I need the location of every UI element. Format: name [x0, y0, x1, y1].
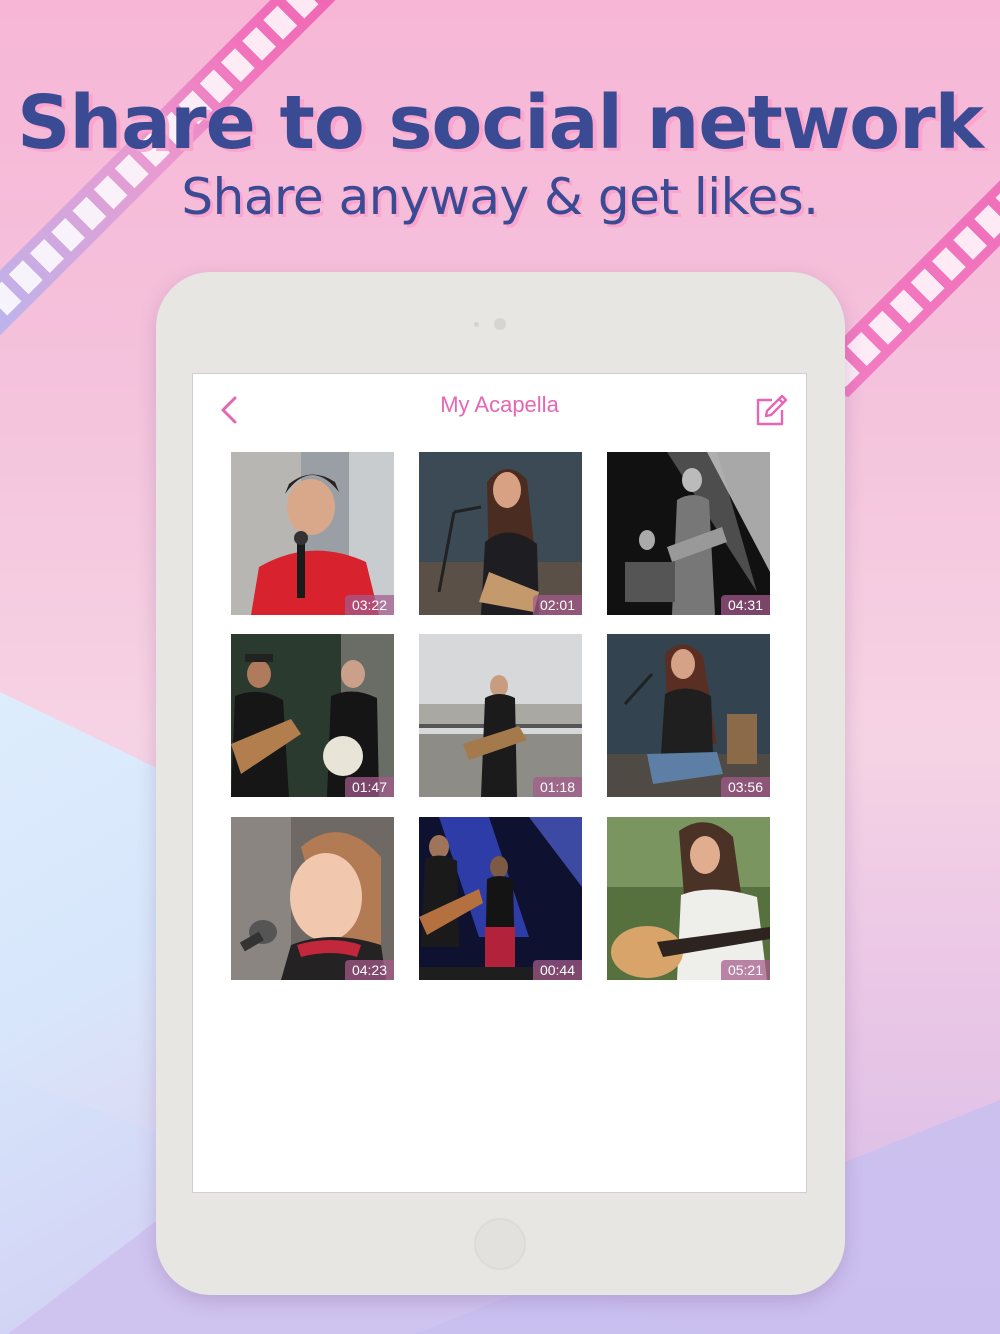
video-preview-image	[419, 634, 582, 797]
promo-subheadline: Share anyway & get likes.	[181, 168, 819, 226]
tablet-frame: My Acapella 03:22 02:01 04:31 01:47 01:1…	[156, 272, 845, 1295]
promo-headline: Share to social network	[17, 80, 984, 166]
edit-button[interactable]	[752, 392, 790, 430]
video-duration: 04:23	[344, 960, 394, 980]
video-duration: 04:31	[720, 595, 770, 615]
video-thumbnail[interactable]: 05:21	[607, 817, 770, 980]
video-duration: 02:01	[532, 595, 582, 615]
edit-pencil-icon	[756, 394, 788, 426]
video-duration: 00:44	[532, 960, 582, 980]
video-preview-image	[231, 817, 394, 980]
navigation-bar: My Acapella	[193, 374, 806, 438]
video-thumbnail[interactable]: 01:18	[419, 634, 582, 797]
video-preview-image	[231, 634, 394, 797]
video-duration: 01:47	[344, 777, 394, 797]
video-thumbnail[interactable]: 02:01	[419, 452, 582, 615]
video-preview-image	[607, 817, 770, 980]
page-title: My Acapella	[440, 392, 559, 417]
video-duration: 03:22	[344, 595, 394, 615]
video-preview-image	[419, 817, 582, 980]
video-duration: 03:56	[720, 777, 770, 797]
app-screen: My Acapella 03:22 02:01 04:31 01:47 01:1…	[192, 373, 807, 1193]
video-thumbnail[interactable]: 00:44	[419, 817, 582, 980]
video-preview-image	[607, 452, 770, 615]
tablet-sensor	[474, 322, 479, 327]
video-duration: 01:18	[532, 777, 582, 797]
video-thumbnail[interactable]: 04:23	[231, 817, 394, 980]
tablet-camera	[494, 318, 506, 330]
video-duration: 05:21	[720, 960, 770, 980]
video-thumbnail[interactable]: 01:47	[231, 634, 394, 797]
video-preview-image	[419, 452, 582, 615]
video-thumbnail[interactable]: 04:31	[607, 452, 770, 615]
video-thumbnail[interactable]: 03:56	[607, 634, 770, 797]
tablet-home-button[interactable]	[474, 1218, 526, 1270]
video-preview-image	[607, 634, 770, 797]
video-thumbnail[interactable]: 03:22	[231, 452, 394, 615]
video-preview-image	[231, 452, 394, 615]
